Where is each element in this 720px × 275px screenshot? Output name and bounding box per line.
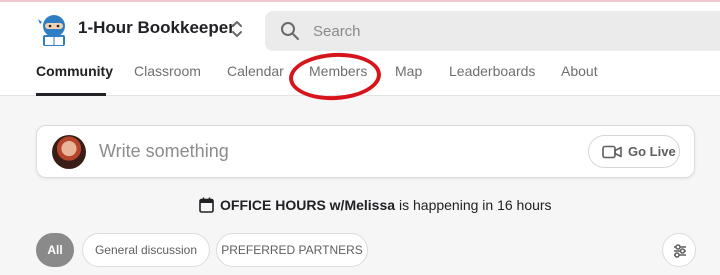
active-tab-underline: [36, 93, 106, 96]
chip-general-discussion[interactable]: General discussion: [82, 233, 210, 267]
event-title[interactable]: OFFICE HOURS w/Melissa: [220, 197, 395, 213]
search-input[interactable]: [313, 11, 713, 51]
search-icon: [281, 22, 299, 40]
tab-about[interactable]: About: [561, 63, 598, 79]
go-live-button[interactable]: Go Live: [588, 135, 680, 168]
group-name[interactable]: 1-Hour Bookkeeper: [78, 18, 235, 38]
go-live-label: Go Live: [628, 144, 676, 159]
chip-all[interactable]: All: [36, 233, 74, 267]
tab-leaderboards[interactable]: Leaderboards: [449, 63, 535, 79]
event-status: is happening in 16 hours: [399, 197, 552, 213]
chevron-up-down-icon[interactable]: [228, 18, 246, 40]
calendar-icon: [199, 197, 214, 213]
user-avatar[interactable]: [52, 135, 86, 169]
post-composer[interactable]: Write something Go Live: [36, 125, 695, 178]
sliders-icon: [674, 244, 686, 258]
tab-map[interactable]: Map: [395, 63, 422, 79]
video-camera-icon: [602, 145, 622, 159]
tab-community[interactable]: Community: [36, 63, 113, 79]
tab-classroom[interactable]: Classroom: [134, 63, 201, 79]
write-something-prompt[interactable]: Write something: [99, 141, 229, 162]
annotation-highlight-circle: [287, 50, 383, 103]
group-logo[interactable]: [38, 13, 70, 47]
group-header: 1-Hour Bookkeeper Community Classroom Ca…: [0, 2, 720, 103]
filter-settings-button[interactable]: [662, 233, 696, 267]
tab-calendar[interactable]: Calendar: [227, 63, 284, 79]
chip-preferred-partners[interactable]: PREFERRED PARTNERS: [216, 233, 368, 267]
search-bar[interactable]: [265, 11, 720, 51]
